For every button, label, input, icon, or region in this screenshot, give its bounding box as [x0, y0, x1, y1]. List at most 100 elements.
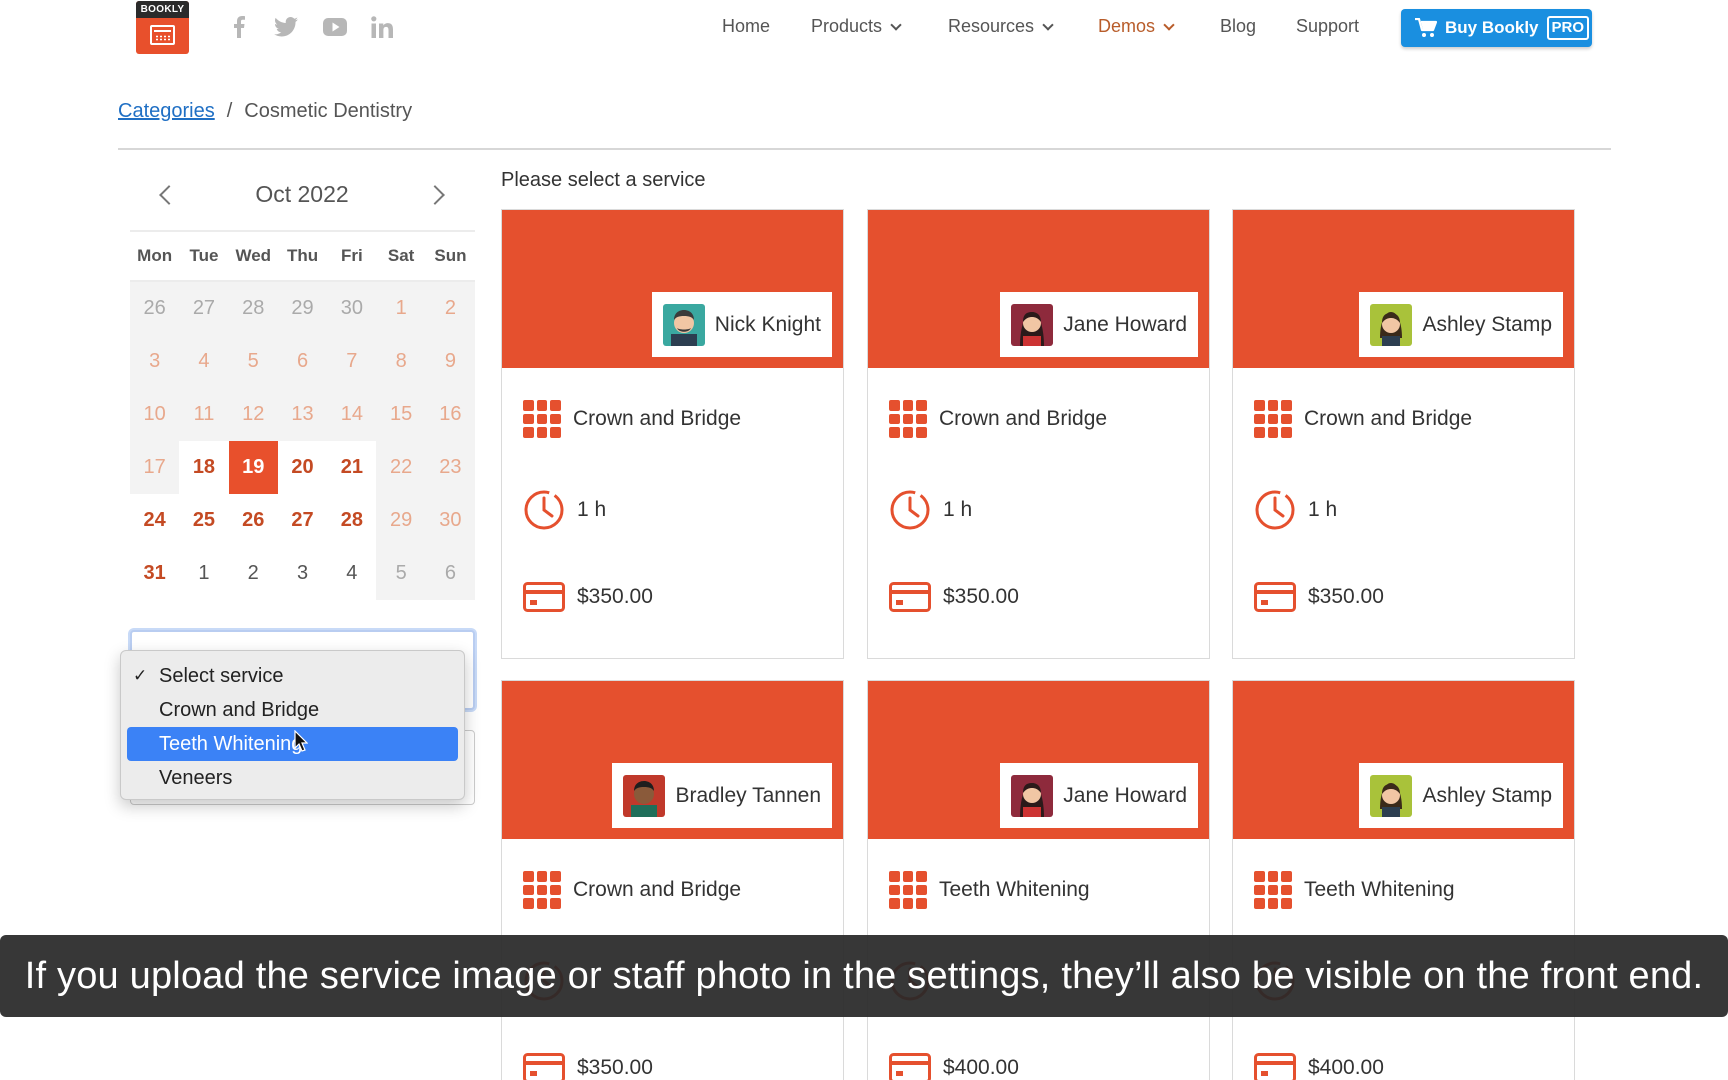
category-grid-icon: [889, 400, 927, 438]
service-image: Jane Howard: [868, 681, 1209, 839]
calendar-day[interactable]: 27: [277, 494, 328, 547]
linkedin-icon[interactable]: [370, 14, 394, 40]
calendar-day: 4: [179, 335, 229, 388]
service-name: Crown and Bridge: [573, 407, 742, 430]
breadcrumb-current: Cosmetic Dentistry: [244, 100, 413, 122]
calendar-day[interactable]: 2: [228, 547, 278, 600]
breadcrumb: Categories / Cosmetic Dentistry: [118, 100, 412, 123]
youtube-icon[interactable]: [322, 14, 348, 40]
credit-card-icon: [1254, 582, 1296, 612]
twitter-icon[interactable]: [273, 14, 299, 40]
dropdown-option-highlighted[interactable]: Teeth Whitening: [127, 727, 458, 761]
calendar-day: 30: [425, 494, 476, 547]
service-name-row: Crown and Bridge: [523, 400, 741, 438]
next-month-button[interactable]: [425, 180, 448, 210]
staff-avatar: [662, 303, 705, 346]
staff-avatar: [1011, 303, 1054, 346]
chevron-down-icon: [1042, 18, 1054, 31]
staff-name: Jane Howard: [1063, 312, 1187, 336]
service-card[interactable]: Bradley Tannen Crown and Bridge $350.00: [501, 680, 844, 1080]
buy-bookly-pro-button[interactable]: Buy Bookly PRO: [1401, 9, 1592, 47]
service-name: Crown and Bridge: [1304, 407, 1473, 430]
nav-label: Support: [1296, 16, 1360, 36]
duration-row: 1 h: [889, 489, 972, 531]
staff-badge: Jane Howard: [1000, 763, 1198, 828]
calendar-day-selected[interactable]: 19: [228, 441, 278, 494]
service-card[interactable]: Ashley Stamp Teeth Whitening $400.00: [1232, 680, 1575, 1080]
calendar-day: 29: [277, 282, 328, 335]
dropdown-option[interactable]: Select service: [127, 659, 458, 693]
calendar-day: 30: [327, 282, 377, 335]
calendar-day: 29: [376, 494, 426, 547]
chevron-down-icon: [890, 18, 902, 31]
service-card[interactable]: Jane Howard Crown and Bridge 1 h $350.00: [867, 209, 1210, 659]
calendar-day[interactable]: 1: [179, 547, 229, 600]
calendar-day[interactable]: 3: [277, 547, 328, 600]
video-caption: If you upload the service image or staff…: [0, 935, 1728, 1017]
dropdown-option[interactable]: Veneers: [127, 761, 458, 795]
calendar-day: 6: [277, 335, 328, 388]
credit-card-icon: [523, 582, 565, 612]
calendar-day[interactable]: 4: [327, 547, 377, 600]
service-name: Crown and Bridge: [573, 878, 742, 901]
nav-label: Demos: [1098, 16, 1156, 36]
calendar-day: 5: [376, 547, 426, 600]
calendar-day[interactable]: 18: [179, 441, 229, 494]
nav-resources[interactable]: Resources: [948, 16, 1054, 37]
calendar-day: 15: [376, 388, 426, 441]
calendar-day: 2: [425, 282, 476, 335]
service-price: $350.00: [943, 585, 1019, 608]
breadcrumb-categories-link[interactable]: Categories: [118, 100, 215, 123]
service-duration: 1 h: [577, 498, 607, 521]
service-name: Teeth Whitening: [939, 878, 1090, 901]
calendar-day[interactable]: 20: [277, 441, 328, 494]
calendar-day: 23: [425, 441, 476, 494]
calendar-day: 17: [130, 441, 180, 494]
service-name: Crown and Bridge: [939, 407, 1108, 430]
calendar: Mon Tue Wed Thu Fri Sat Sun 26 27 28 29 …: [130, 230, 476, 600]
calendar-day[interactable]: 25: [179, 494, 229, 547]
dropdown-option[interactable]: Crown and Bridge: [127, 693, 458, 727]
price-row: $400.00: [889, 1053, 1019, 1080]
weekday-label: Fri: [340, 246, 363, 265]
price-row: $350.00: [523, 1053, 653, 1080]
nav-home[interactable]: Home: [722, 16, 770, 37]
service-card[interactable]: Jane Howard Teeth Whitening $400.00: [867, 680, 1210, 1080]
nav-label: Blog: [1220, 16, 1257, 36]
weekday-label: Sat: [387, 246, 415, 265]
calendar-day: 28: [228, 282, 278, 335]
nav-demos[interactable]: Demos: [1098, 16, 1175, 37]
breadcrumb-separator: /: [226, 100, 233, 122]
calendar-day[interactable]: 21: [327, 441, 377, 494]
calendar-day: 14: [327, 388, 377, 441]
calendar-days: 26 27 28 29 30 1 2 3 4 5 6 7 8 9 10 11 1…: [130, 282, 476, 600]
service-image: Ashley Stamp: [1233, 210, 1574, 368]
bookly-logo[interactable]: BOOKLY: [136, 1, 189, 54]
service-name-row: Crown and Bridge: [889, 400, 1107, 438]
clock-icon: [890, 490, 930, 530]
calendar-day[interactable]: 31: [130, 547, 180, 600]
nav-support[interactable]: Support: [1296, 16, 1359, 37]
nav-products[interactable]: Products: [811, 16, 902, 37]
facebook-icon[interactable]: [229, 14, 249, 40]
service-dropdown-menu: Select service Crown and Bridge Teeth Wh…: [120, 650, 465, 800]
calendar-day[interactable]: 24: [130, 494, 180, 547]
chevron-right-icon: [425, 185, 445, 205]
clock-icon: [524, 490, 564, 530]
prev-month-button[interactable]: [156, 180, 179, 210]
credit-card-icon: [1254, 1053, 1296, 1080]
divider: [118, 148, 1611, 150]
calendar-day: 22: [376, 441, 426, 494]
service-card[interactable]: Ashley Stamp Crown and Bridge 1 h $350.0…: [1232, 209, 1575, 659]
service-card[interactable]: Nick Knight Crown and Bridge 1 h $350.00: [501, 209, 844, 659]
credit-card-icon: [889, 1053, 931, 1080]
calendar-day[interactable]: 26: [228, 494, 278, 547]
category-grid-icon: [889, 871, 927, 909]
service-price: $350.00: [577, 1056, 653, 1079]
calendar-day[interactable]: 28: [327, 494, 377, 547]
nav-blog[interactable]: Blog: [1220, 16, 1256, 37]
staff-avatar: [1370, 774, 1413, 817]
duration-row: 1 h: [1254, 489, 1337, 531]
service-image: Jane Howard: [868, 210, 1209, 368]
service-name-row: Teeth Whitening: [889, 871, 1090, 909]
